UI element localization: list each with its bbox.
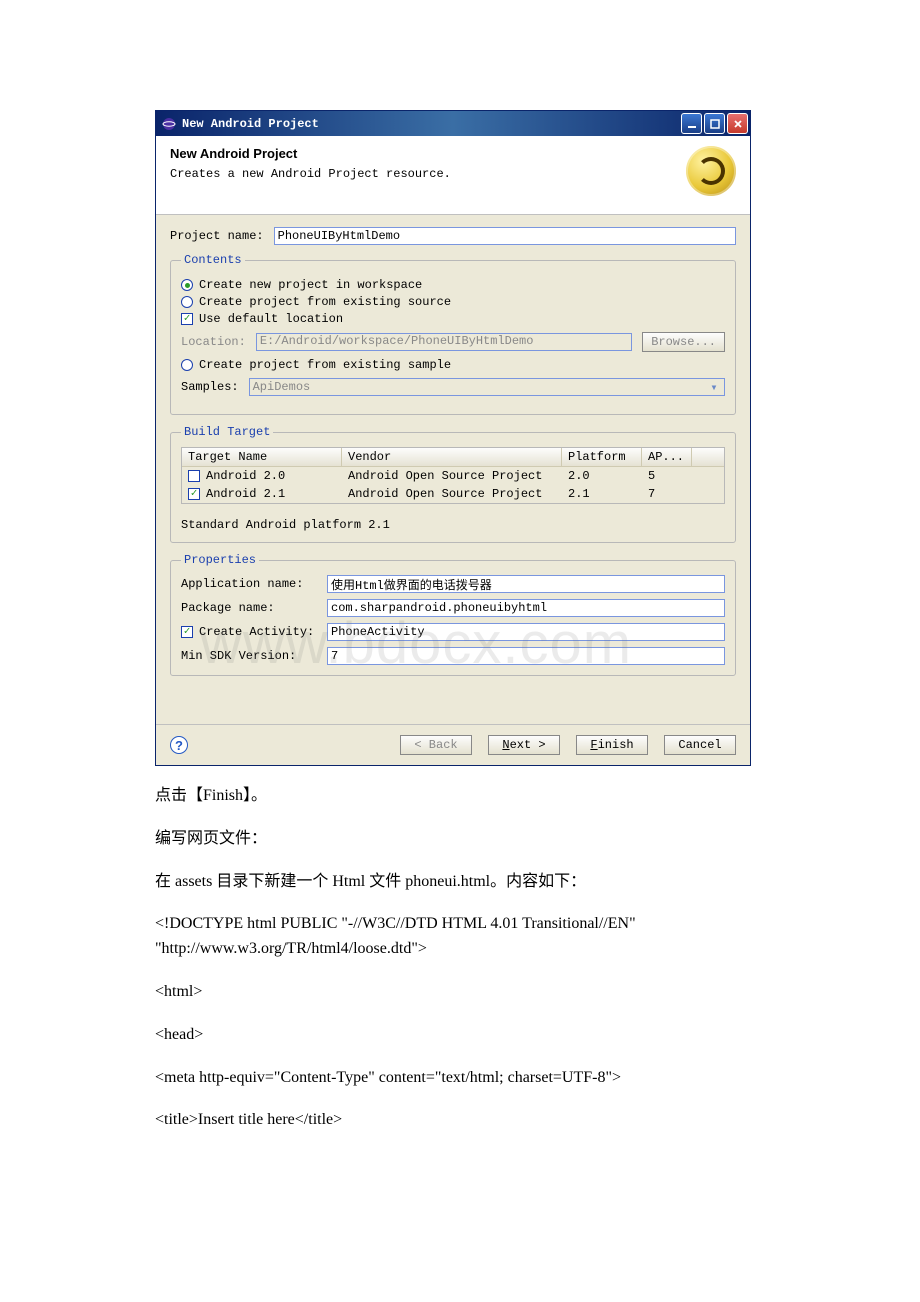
project-name-input[interactable] <box>274 227 736 245</box>
contents-group: Contents Create new project in workspace… <box>170 253 736 415</box>
build-target-legend: Build Target <box>181 425 273 439</box>
android-seal-icon <box>686 146 736 196</box>
th-vendor[interactable]: Vendor <box>342 448 562 466</box>
target-vendor: Android Open Source Project <box>342 486 562 502</box>
close-button[interactable] <box>727 113 748 134</box>
samples-value: ApiDemos <box>253 380 311 394</box>
wizard-subtitle: Creates a new Android Project resource. <box>170 167 686 181</box>
maximize-button[interactable] <box>704 113 725 134</box>
doc-code-line: <meta http-equiv="Content-Type" content=… <box>155 1066 765 1091</box>
th-target-name[interactable]: Target Name <box>182 448 342 466</box>
build-target-group: Build Target Target Name Vendor Platform… <box>170 425 736 543</box>
radio-create-new[interactable]: Create new project in workspace <box>181 278 725 292</box>
th-api[interactable]: AP... <box>642 448 692 466</box>
doc-paragraph: 点击【Finish】。 <box>155 784 765 809</box>
target-platform: 2.0 <box>562 468 642 484</box>
target-api: 7 <box>642 486 692 502</box>
titlebar[interactable]: New Android Project <box>156 111 750 136</box>
properties-legend: Properties <box>181 553 259 567</box>
create-activity-checkbox[interactable]: ✓ <box>181 626 193 638</box>
radio-existing-sample[interactable]: Create project from existing sample <box>181 358 725 372</box>
radio-create-new-label: Create new project in workspace <box>199 278 422 292</box>
checkbox-default-location-label: Use default location <box>199 312 343 326</box>
wizard-heading: New Android Project <box>170 146 686 161</box>
doc-paragraph: 在 assets 目录下新建一个 Html 文件 phoneui.html。内容… <box>155 870 765 895</box>
target-platform: 2.1 <box>562 486 642 502</box>
target-name: Android 2.0 <box>206 469 285 483</box>
radio-existing-sample-label: Create project from existing sample <box>199 358 451 372</box>
create-activity-label: Create Activity: <box>199 625 314 639</box>
app-name-input[interactable] <box>327 575 725 593</box>
contents-legend: Contents <box>181 253 245 267</box>
eclipse-icon <box>162 117 176 131</box>
document-body: 点击【Finish】。 编写网页文件： 在 assets 目录下新建一个 Htm… <box>155 784 765 1133</box>
target-vendor: Android Open Source Project <box>342 468 562 484</box>
samples-combo: ApiDemos ▾ <box>249 378 725 396</box>
cancel-button[interactable]: Cancel <box>664 735 736 755</box>
package-name-input[interactable] <box>327 599 725 617</box>
table-row[interactable]: ✓ Android 2.1 Android Open Source Project… <box>182 485 724 503</box>
package-name-label: Package name: <box>181 601 321 615</box>
finish-button[interactable]: Finish <box>576 735 648 755</box>
project-name-label: Project name: <box>170 229 264 243</box>
help-icon[interactable]: ? <box>170 736 188 754</box>
new-android-project-dialog: New Android Project New Android Project … <box>155 110 751 766</box>
doc-paragraph: 编写网页文件： <box>155 827 765 852</box>
next-button[interactable]: Next > <box>488 735 560 755</box>
min-sdk-label: Min SDK Version: <box>181 649 321 663</box>
target-checkbox[interactable]: ✓ <box>188 488 200 500</box>
location-input: E:/Android/workspace/PhoneUIByHtmlDemo <box>256 333 632 351</box>
create-activity-input[interactable] <box>327 623 725 641</box>
minimize-button[interactable] <box>681 113 702 134</box>
doc-code-line: <title>Insert title here</title> <box>155 1108 765 1133</box>
chevron-down-icon: ▾ <box>707 380 721 395</box>
th-platform[interactable]: Platform <box>562 448 642 466</box>
doc-code-line: <head> <box>155 1023 765 1048</box>
app-name-label: Application name: <box>181 577 321 591</box>
radio-existing-source[interactable]: Create project from existing source <box>181 295 725 309</box>
target-name: Android 2.1 <box>206 487 285 501</box>
doc-code-line: <!DOCTYPE html PUBLIC "-//W3C//DTD HTML … <box>155 912 765 962</box>
properties-group: Properties Application name: Package nam… <box>170 553 736 676</box>
back-button: < Back <box>400 735 472 755</box>
doc-code-line: <html> <box>155 980 765 1005</box>
window-title: New Android Project <box>182 117 679 131</box>
wizard-button-bar: ? < Back Next > Finish Cancel <box>156 724 750 765</box>
table-row[interactable]: Android 2.0 Android Open Source Project … <box>182 467 724 485</box>
samples-label: Samples: <box>181 380 239 394</box>
radio-existing-source-label: Create project from existing source <box>199 295 451 309</box>
checkbox-default-location[interactable]: ✓ Use default location <box>181 312 725 326</box>
location-label: Location: <box>181 335 246 349</box>
browse-button: Browse... <box>642 332 725 352</box>
target-api: 5 <box>642 468 692 484</box>
min-sdk-input[interactable] <box>327 647 725 665</box>
build-target-table: Target Name Vendor Platform AP... Androi… <box>181 447 725 504</box>
wizard-banner: New Android Project Creates a new Androi… <box>156 136 750 215</box>
build-target-footer: Standard Android platform 2.1 <box>181 518 725 532</box>
target-checkbox[interactable] <box>188 470 200 482</box>
